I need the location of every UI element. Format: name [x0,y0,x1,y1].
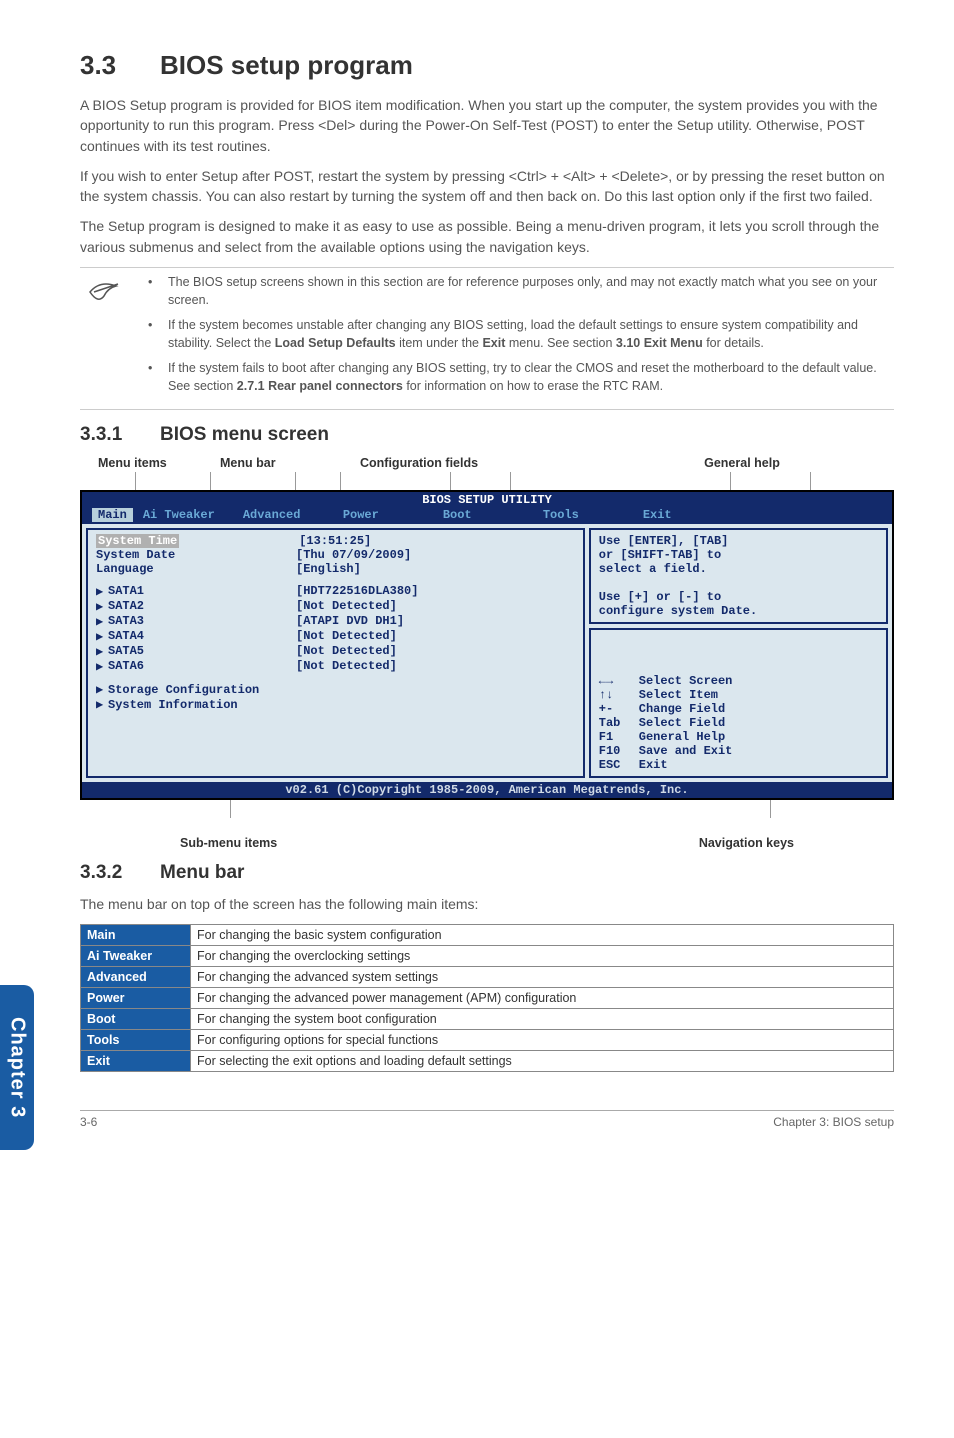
table-row: PowerFor changing the advanced power man… [81,988,894,1009]
table-row: BootFor changing the system boot configu… [81,1009,894,1030]
note-list: The BIOS setup screens shown in this sec… [140,274,894,403]
bios-item-system-time[interactable]: System Time[13:51:25] [96,534,575,548]
table-row: ToolsFor configuring options for special… [81,1030,894,1051]
table-row: Ai TweakerFor changing the overclocking … [81,946,894,967]
bios-tab-exit[interactable]: Exit [643,508,743,522]
bios-window: BIOS SETUP UTILITY Main Ai Tweaker Advan… [80,490,894,800]
chapter-tab: Chapter 3 [0,985,34,1150]
footer-chapter: Chapter 3: BIOS setup [773,1115,894,1129]
note-icon [80,274,120,403]
bios-item-sata3[interactable]: ▶SATA3[ATAPI DVD DH1] [96,614,575,629]
section-title: BIOS setup program [160,50,413,80]
table-row: AdvancedFor changing the advanced system… [81,967,894,988]
menubar-intro: The menu bar on top of the screen has th… [80,894,894,914]
note-item: If the system fails to boot after changi… [140,360,894,395]
bios-footer: v02.61 (C)Copyright 1985-2009, American … [82,782,892,798]
triangle-icon: ▶ [96,614,108,629]
bios-tab-main[interactable]: Main [92,508,133,522]
bios-item-system-info[interactable]: ▶System Information [96,697,575,712]
bios-tab-advanced[interactable]: Advanced [243,508,343,522]
bios-item-storage-config[interactable]: ▶Storage Configuration [96,682,575,697]
bios-item-sata1[interactable]: ▶SATA1[HDT722516DLA380] [96,584,575,599]
triangle-icon: ▶ [96,644,108,659]
bios-item-system-date[interactable]: System Date[Thu 07/09/2009] [96,548,575,562]
diagram-labels-top: Menu items Menu bar Configuration fields… [80,456,894,470]
bios-left-pane: System Time[13:51:25] System Date[Thu 07… [86,528,585,778]
bios-tab-power[interactable]: Power [343,508,443,522]
footer-page-number: 3-6 [80,1115,97,1129]
table-row: MainFor changing the basic system config… [81,925,894,946]
bios-tab-boot[interactable]: Boot [443,508,543,522]
triangle-icon: ▶ [96,697,108,712]
bios-item-sata2[interactable]: ▶SATA2[Not Detected] [96,599,575,614]
bios-item-sata6[interactable]: ▶SATA6[Not Detected] [96,659,575,674]
triangle-icon: ▶ [96,659,108,674]
section-number: 3.3 [80,50,160,81]
page-title: 3.3BIOS setup program [80,50,894,81]
triangle-icon: ▶ [96,599,108,614]
triangle-icon: ▶ [96,682,108,697]
note-item: The BIOS setup screens shown in this sec… [140,274,894,309]
bios-item-sata5[interactable]: ▶SATA5[Not Detected] [96,644,575,659]
bios-nav-pane: ←→Select Screen ↑↓Select Item +-Change F… [589,628,888,778]
diagram-labels-bottom: Sub-menu items Navigation keys [80,836,894,850]
intro-paragraph-3: The Setup program is designed to make it… [80,216,894,257]
note-block: The BIOS setup screens shown in this sec… [80,267,894,410]
bios-help-pane: Use [ENTER], [TAB] or [SHIFT-TAB] to sel… [589,528,888,624]
intro-paragraph-2: If you wish to enter Setup after POST, r… [80,166,894,207]
bios-screenshot: Menu items Menu bar Configuration fields… [80,456,894,850]
bios-item-sata4[interactable]: ▶SATA4[Not Detected] [96,629,575,644]
note-item: If the system becomes unstable after cha… [140,317,894,352]
table-row: ExitFor selecting the exit options and l… [81,1051,894,1072]
subsection-title-2: 3.3.2Menu bar [80,862,894,884]
bios-title: BIOS SETUP UTILITY [82,492,892,508]
page-footer: 3-6 Chapter 3: BIOS setup [80,1110,894,1129]
menu-table: MainFor changing the basic system config… [80,924,894,1072]
bios-menubar: Main Ai Tweaker Advanced Power Boot Tool… [82,508,892,524]
intro-paragraph-1: A BIOS Setup program is provided for BIO… [80,95,894,156]
subsection-title: 3.3.1BIOS menu screen [80,424,894,446]
triangle-icon: ▶ [96,584,108,599]
bios-item-language[interactable]: Language[English] [96,562,575,576]
bios-tab-aitweaker[interactable]: Ai Tweaker [143,508,243,522]
bios-tab-tools[interactable]: Tools [543,508,643,522]
triangle-icon: ▶ [96,629,108,644]
